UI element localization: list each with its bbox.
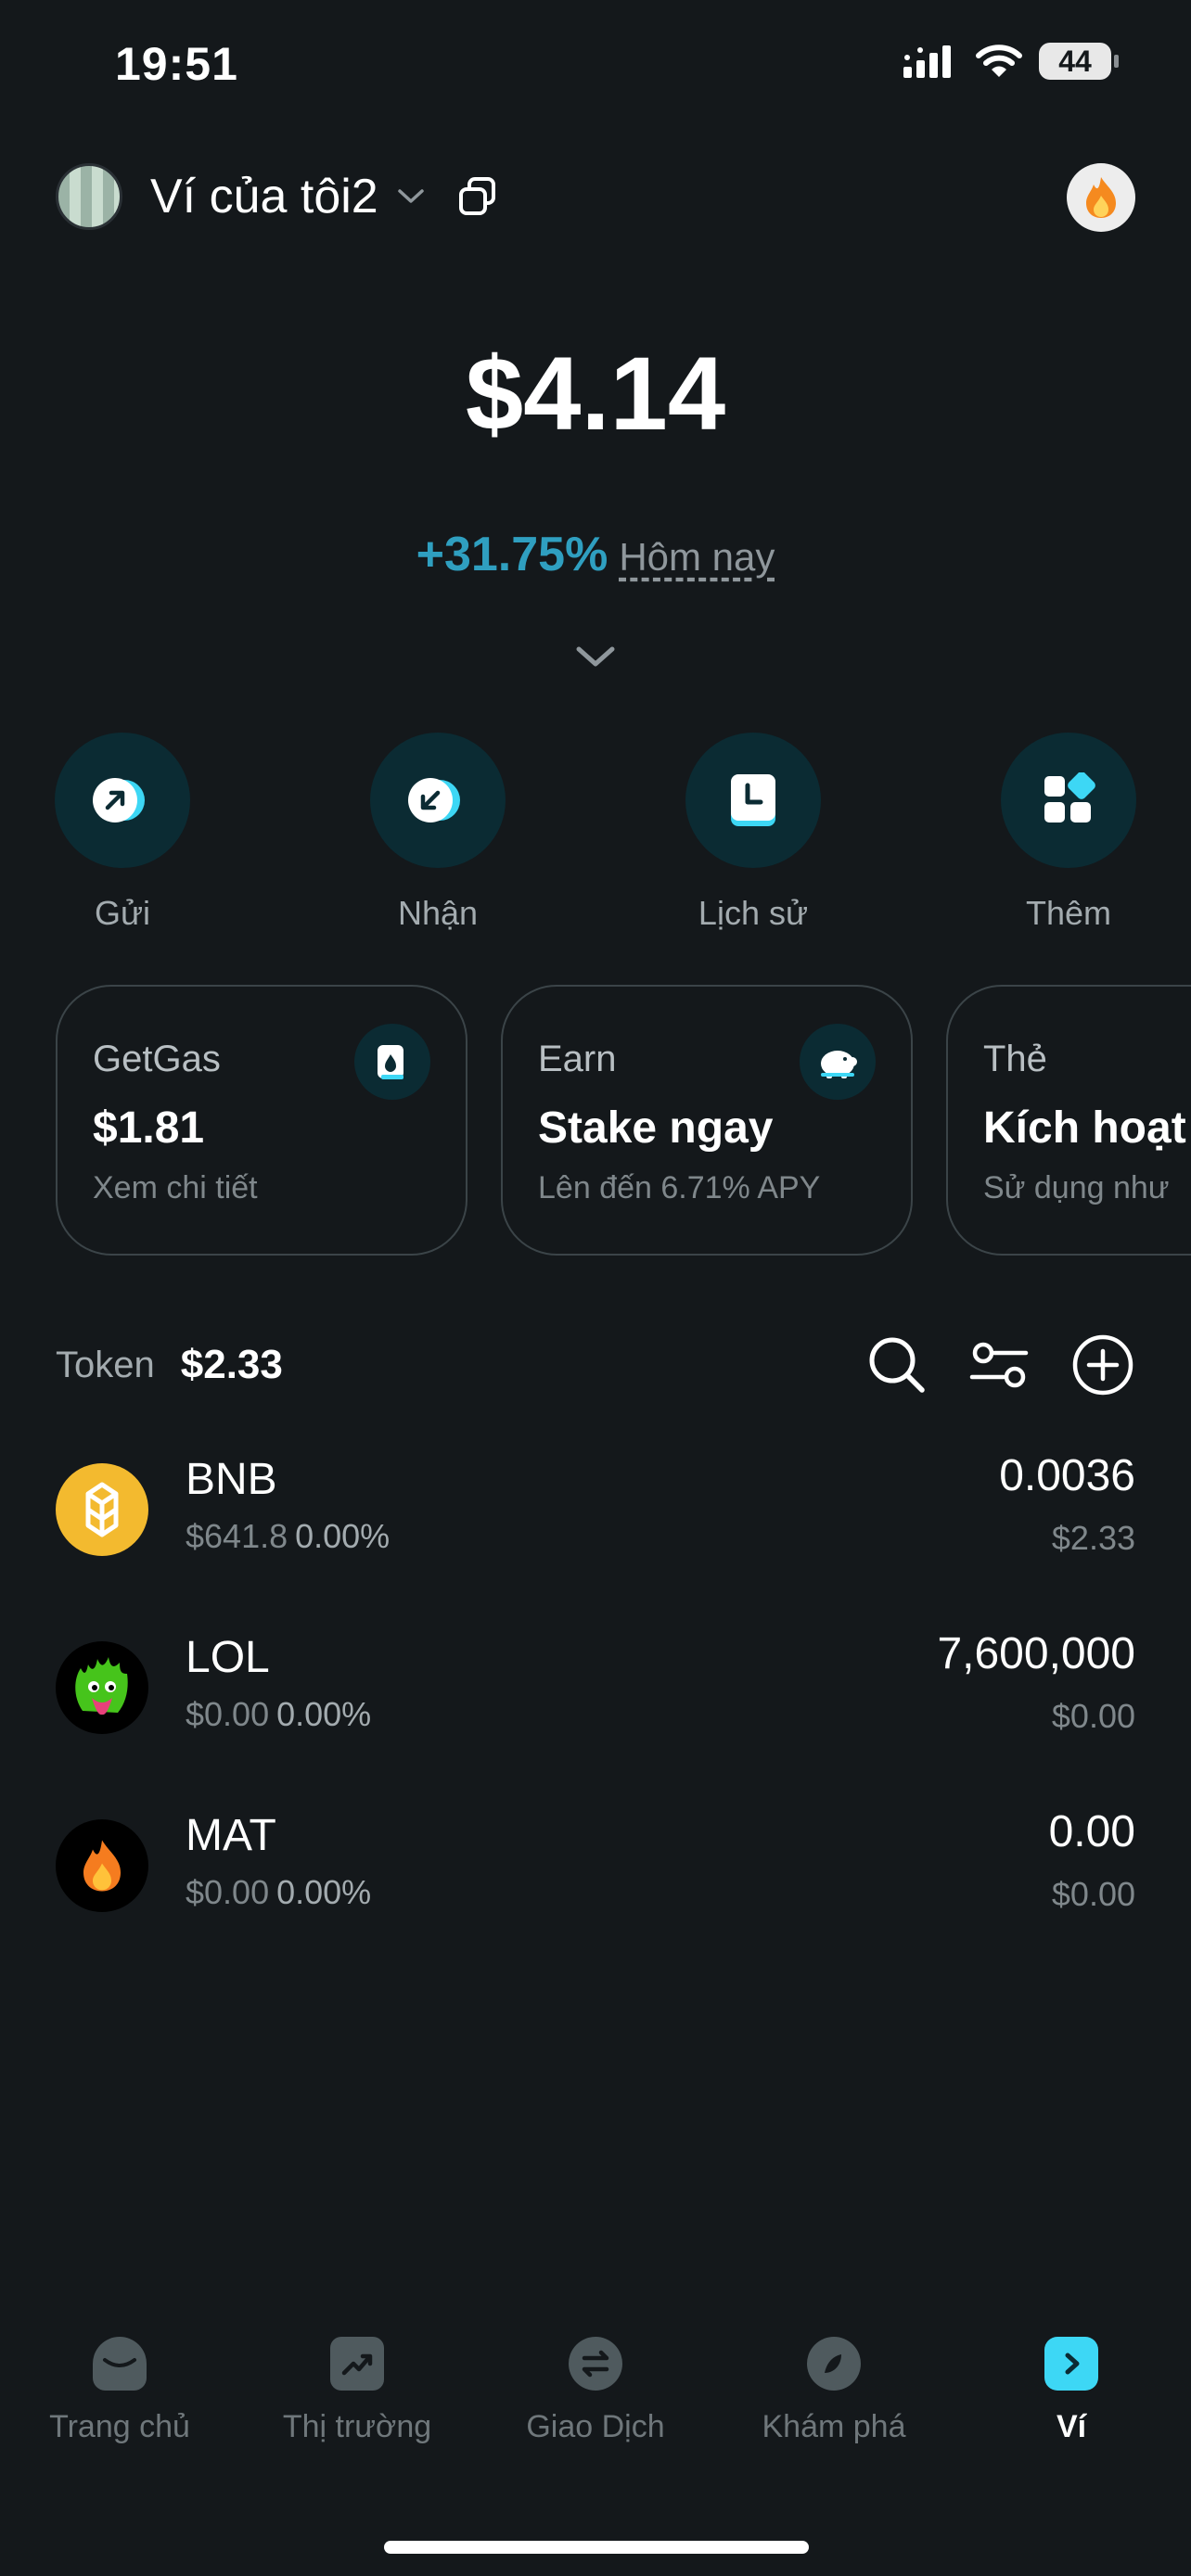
- card-getgas-value: $1.81: [93, 1103, 205, 1153]
- token-value: $0.00: [1051, 1697, 1135, 1735]
- mat-logo-icon: [56, 1819, 148, 1912]
- nav-wallet[interactable]: Ví: [955, 2337, 1187, 2445]
- nav-wallet-label: Ví: [1056, 2409, 1087, 2444]
- card-card-value: Kích hoạt: [983, 1103, 1186, 1153]
- token-name: LOL: [186, 1633, 270, 1682]
- token-row-bnb[interactable]: BNB $641.8 0.00% 0.0036 $2.33: [56, 1451, 1135, 1565]
- token-amount: 0.00: [1048, 1807, 1135, 1856]
- token-price: $0.00 0.00%: [186, 1873, 371, 1912]
- piggy-bank-icon: [821, 1051, 857, 1078]
- wifi-icon: [976, 45, 1022, 77]
- nav-trade[interactable]: Giao Dịch: [480, 2337, 711, 2445]
- token-change: 0.00%: [295, 1517, 391, 1555]
- wallet-avatar: [56, 163, 122, 230]
- nav-explore[interactable]: Khám phá: [718, 2337, 950, 2445]
- token-name: BNB: [186, 1455, 277, 1504]
- bnb-logo-icon: [56, 1463, 148, 1556]
- bottom-nav: Trang chủ Thị trường Giao Dịch Khám phá …: [0, 2337, 1191, 2485]
- filter-icon[interactable]: [968, 1334, 1030, 1396]
- card-getgas[interactable]: GetGas $1.81 Xem chi tiết: [56, 985, 467, 1256]
- action-more[interactable]: Thêm: [985, 733, 1152, 933]
- change-period[interactable]: Hôm nay: [619, 535, 775, 579]
- nav-market[interactable]: Thị trường: [241, 2337, 473, 2445]
- receive-icon: [408, 778, 460, 823]
- token-price-value: $0.00: [186, 1695, 270, 1733]
- token-row-lol[interactable]: LOL $0.00 0.00% 7,600,000 $0.00: [56, 1629, 1135, 1743]
- token-header: Token $2.33: [56, 1328, 1135, 1402]
- more-icon: [1044, 772, 1095, 823]
- token-tools: [866, 1333, 1135, 1397]
- nav-home[interactable]: Trang chủ: [4, 2337, 236, 2445]
- history-icon: [731, 774, 775, 826]
- nav-trade-label: Giao Dịch: [526, 2409, 665, 2444]
- action-send-label: Gửi: [94, 894, 151, 932]
- action-history[interactable]: Lịch sử: [670, 733, 837, 933]
- token-price: $0.00 0.00%: [186, 1695, 371, 1734]
- card-earn[interactable]: Earn Stake ngay Lên đến 6.71% APY: [501, 985, 913, 1256]
- signal-icon: [903, 45, 951, 78]
- wallet-icon: [1044, 2337, 1098, 2391]
- wallet-name: Ví của tôi2: [150, 170, 378, 223]
- wallet-selector[interactable]: Ví của tôi2: [56, 163, 499, 230]
- home-icon: [93, 2337, 147, 2391]
- token-value: $0.00: [1051, 1875, 1135, 1913]
- send-icon: [93, 778, 145, 823]
- total-balance: $4.14: [465, 336, 726, 452]
- search-icon[interactable]: [866, 1334, 928, 1396]
- copy-icon[interactable]: [456, 175, 499, 218]
- lol-logo-icon: [56, 1641, 148, 1734]
- nav-home-label: Trang chủ: [49, 2409, 190, 2444]
- card-card-sub: Sử dụng như: [983, 1170, 1170, 1205]
- explore-icon: [807, 2337, 861, 2391]
- action-more-label: Thêm: [1025, 894, 1112, 932]
- token-amount: 7,600,000: [937, 1629, 1135, 1678]
- token-price-value: $641.8: [186, 1517, 288, 1555]
- card-earn-sub: Lên đến 6.71% APY: [538, 1170, 821, 1205]
- add-token-icon[interactable]: [1070, 1333, 1135, 1397]
- feature-cards: GetGas $1.81 Xem chi tiết Earn Stake nga…: [56, 985, 1191, 1257]
- token-row-mat[interactable]: MAT $0.00 0.00% 0.00 $0.00: [56, 1807, 1135, 1921]
- fire-icon: [1086, 177, 1116, 218]
- token-price-value: $0.00: [186, 1873, 270, 1911]
- chevron-down-icon[interactable]: [397, 187, 425, 206]
- change-percent: +31.75%: [416, 528, 608, 581]
- trade-icon: [569, 2337, 622, 2391]
- expand-chevron-icon[interactable]: [575, 644, 616, 670]
- action-receive[interactable]: Nhận: [354, 733, 521, 933]
- market-icon: [330, 2337, 384, 2391]
- nav-explore-label: Khám phá: [762, 2409, 906, 2444]
- action-send[interactable]: Gửi: [39, 733, 206, 933]
- card-card-title: Thẻ: [983, 1039, 1047, 1079]
- battery-level: 44: [1058, 44, 1092, 78]
- nav-market-label: Thị trường: [282, 2409, 432, 2444]
- action-history-label: Lịch sử: [698, 894, 809, 932]
- card-card[interactable]: Thẻ Kích hoạt Sử dụng như: [946, 985, 1191, 1256]
- gas-icon: [378, 1045, 403, 1079]
- card-getgas-sub: Xem chi tiết: [93, 1170, 258, 1205]
- token-total: $2.33: [180, 1342, 283, 1387]
- fire-button[interactable]: [1067, 163, 1135, 232]
- token-change: 0.00%: [276, 1873, 372, 1911]
- balance-change: +31.75% Hôm nay: [0, 527, 1191, 582]
- status-icons: 44: [903, 43, 1119, 80]
- battery-icon: 44: [1039, 43, 1119, 80]
- home-indicator[interactable]: [384, 2541, 809, 2554]
- token-amount: 0.0036: [999, 1451, 1135, 1500]
- token-value: $2.33: [1051, 1519, 1135, 1557]
- action-receive-label: Nhận: [397, 894, 479, 932]
- token-price: $641.8 0.00%: [186, 1517, 390, 1556]
- wallet-screen: 19:51 44 Ví của tôi2 $4.14 +31.75% Hôm n…: [0, 0, 1191, 2576]
- token-section-label: Token: [56, 1344, 155, 1385]
- token-change: 0.00%: [276, 1695, 372, 1733]
- status-time: 19:51: [115, 38, 238, 90]
- card-earn-value: Stake ngay: [538, 1103, 774, 1153]
- token-name: MAT: [186, 1811, 276, 1860]
